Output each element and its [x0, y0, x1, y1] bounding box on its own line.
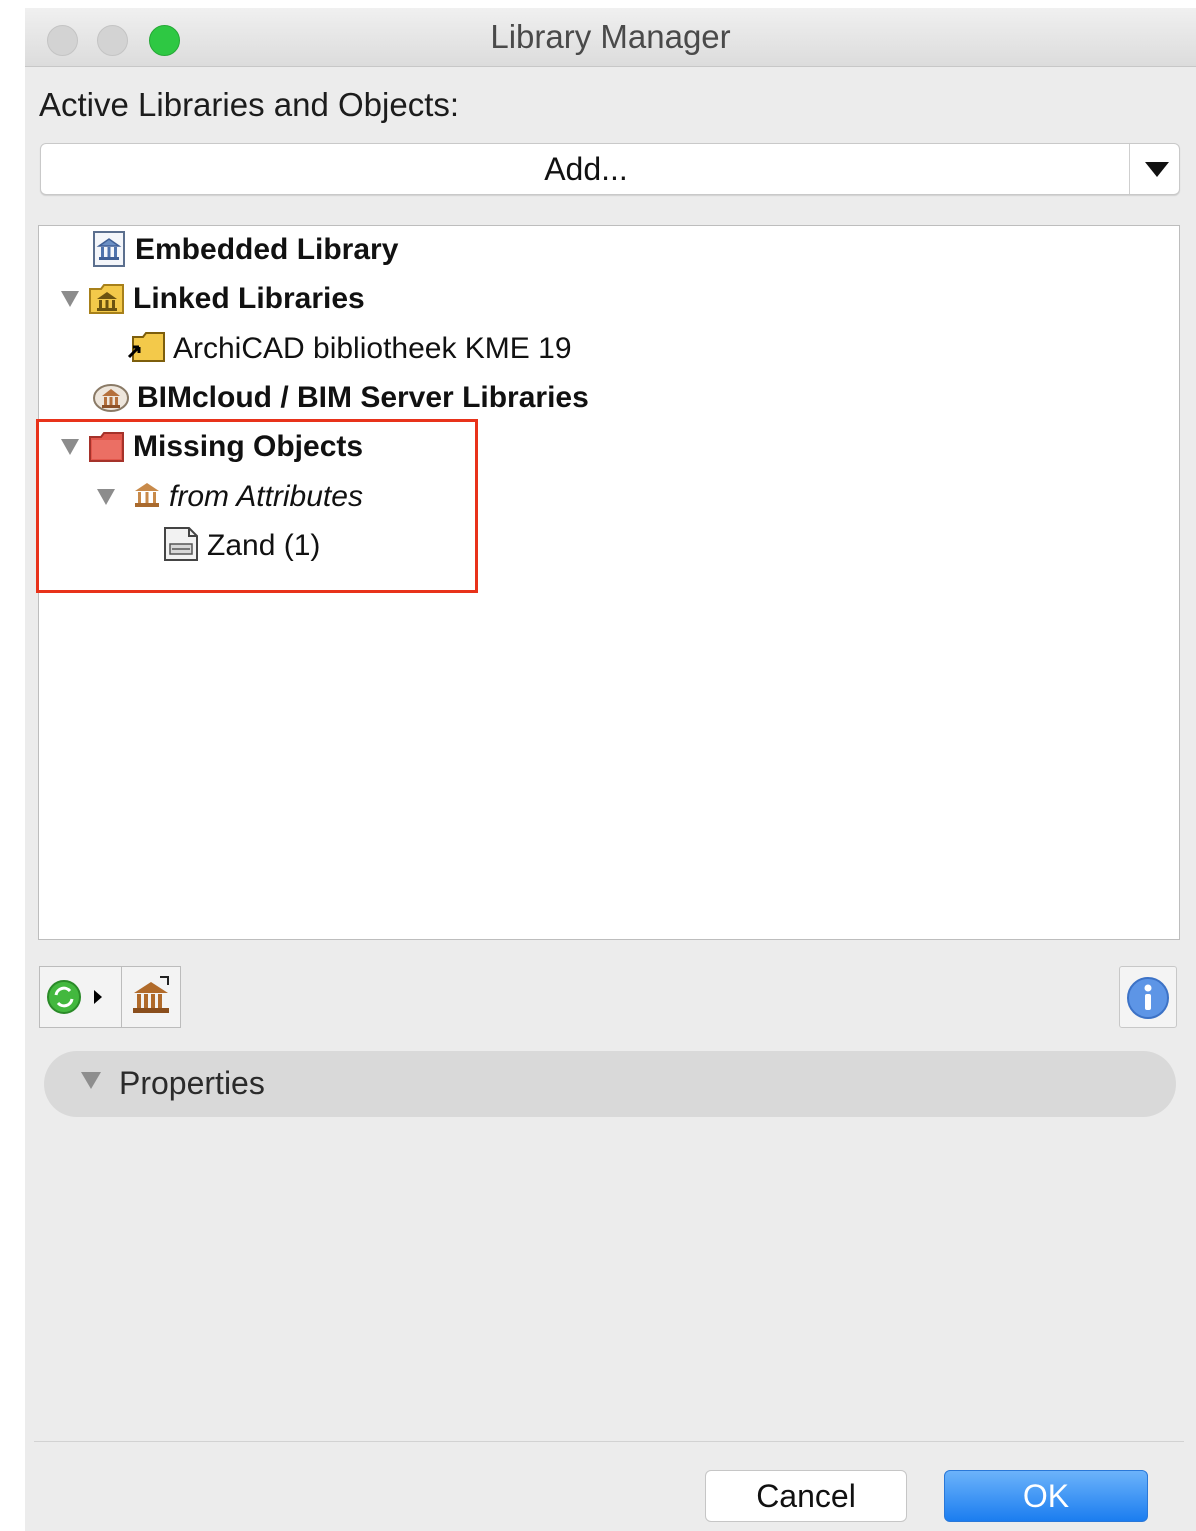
- tree-item-label: BIMcloud / BIM Server Libraries: [137, 381, 589, 414]
- info-icon: [1127, 977, 1169, 1019]
- tree-item-label: ArchiCAD bibliotheek KME 19: [173, 332, 572, 365]
- active-libraries-label: Active Libraries and Objects:: [39, 86, 460, 123]
- properties-section-header[interactable]: Properties: [44, 1051, 1176, 1117]
- window-title: Library Manager: [490, 18, 731, 55]
- library-toolbar: [39, 966, 181, 1028]
- missing-objects-highlight-box: [36, 419, 478, 593]
- tree-item-embedded-library[interactable]: Embedded Library: [91, 230, 398, 270]
- bimcloud-library-icon: [91, 376, 131, 421]
- reload-libraries-button[interactable]: [40, 967, 120, 1027]
- footer-divider: [34, 1441, 1184, 1442]
- tree-item-label: Linked Libraries: [133, 282, 365, 315]
- dropdown-arrow-icon[interactable]: [1145, 162, 1169, 177]
- add-button-label: Add...: [544, 151, 628, 187]
- linked-libraries-folder-icon: [87, 277, 127, 322]
- tree-item-archicad-library[interactable]: ArchiCAD bibliotheek KME 19: [127, 329, 572, 369]
- tree-item-bimcloud-libraries[interactable]: BIMcloud / BIM Server Libraries: [91, 378, 589, 418]
- tree-item-label: Embedded Library: [135, 233, 399, 266]
- cancel-button[interactable]: Cancel: [705, 1470, 907, 1522]
- title-bar[interactable]: Library Manager: [25, 8, 1196, 67]
- add-popup-divider: [1129, 144, 1130, 194]
- info-button[interactable]: [1119, 966, 1177, 1028]
- linked-library-folder-icon: [127, 327, 167, 372]
- library-manager-window: Library Manager Active Libraries and Obj…: [25, 8, 1196, 1531]
- embedded-library-icon: [91, 228, 129, 273]
- disclosure-triangle-expanded-icon[interactable]: [61, 291, 79, 307]
- ok-button[interactable]: OK: [944, 1470, 1148, 1522]
- library-settings-button[interactable]: [122, 967, 180, 1027]
- tree-item-linked-libraries[interactable]: Linked Libraries: [61, 279, 365, 319]
- disclosure-triangle-expanded-icon[interactable]: [81, 1072, 101, 1089]
- properties-label: Properties: [119, 1065, 265, 1101]
- add-library-popup-button[interactable]: Add...: [40, 143, 1180, 195]
